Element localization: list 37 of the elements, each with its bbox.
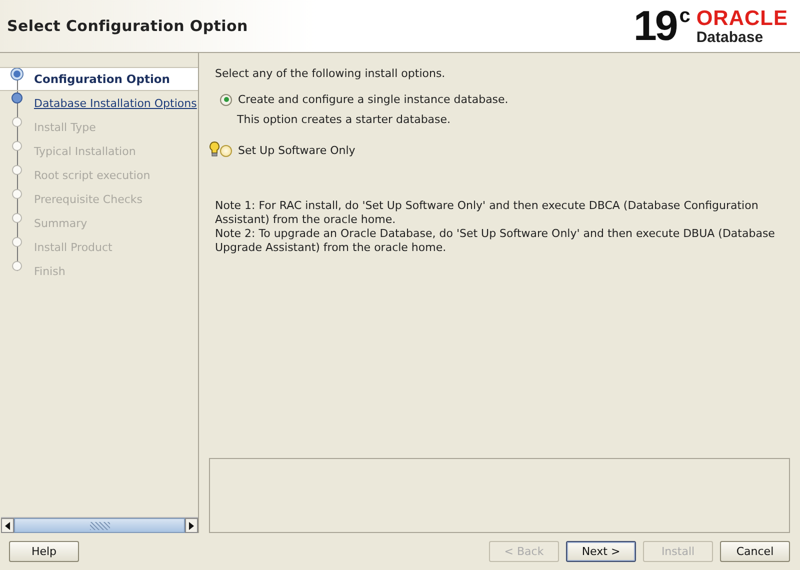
brand-logo: ORACLE: [696, 8, 788, 30]
scroll-right-icon[interactable]: [189, 522, 194, 530]
option-label[interactable]: Set Up Software Only: [238, 144, 356, 157]
step-pending-icon: [10, 211, 24, 225]
option-description: This option creates a starter database.: [237, 113, 452, 126]
note-text: Note 1: For RAC install, do 'Set Up Software Only' and then execute DBCA (Database Configuration Assistant) from the oracle home.: [215, 199, 760, 227]
step-label: Install Product: [34, 240, 112, 254]
step-pending-icon: [10, 187, 24, 201]
dialog-button[interactable]: Cancel: [720, 540, 790, 562]
instruction-text: Select any of the following install options.: [215, 67, 446, 80]
radio-button[interactable]: [220, 94, 232, 106]
dialog-button[interactable]: Next >: [566, 540, 636, 562]
step-current-icon: [10, 68, 24, 81]
step-label: Typical Installation: [34, 144, 136, 158]
window-title: Select Configuration Option: [7, 17, 248, 35]
step-link[interactable]: Database Installation Options: [34, 96, 197, 110]
step-label: Finish: [34, 264, 66, 278]
step-item[interactable]: Configuration Option: [0, 67, 198, 91]
step-pending-icon: [10, 115, 24, 129]
step-label: Install Type: [34, 120, 96, 134]
step-label: Root script execution: [34, 168, 150, 182]
lightbulb-icon: [209, 140, 220, 156]
step-done-icon: [10, 91, 24, 105]
product-name: Database: [696, 30, 764, 46]
step-pending-icon: [10, 139, 24, 153]
scroll-left-icon[interactable]: [5, 522, 10, 530]
step-pending-icon: [10, 235, 24, 249]
note-text: Note 2: To upgrade an Oracle Database, do 'Set Up Software Only' and then execute DBUA (Database Upgrade Assistant) from the oracle home.: [215, 227, 775, 255]
horizontal-scrollbar[interactable]: [1, 517, 198, 533]
radio-button[interactable]: [220, 144, 232, 156]
step-label: Summary: [34, 216, 88, 230]
step-pending-icon: [10, 259, 24, 273]
step-pending-icon: [10, 163, 24, 177]
option-label[interactable]: Create and configure a single instance database.: [238, 93, 508, 106]
dialog-button[interactable]: Help: [9, 540, 79, 562]
step-label: Prerequisite Checks: [34, 192, 142, 206]
version-logo: 19$^{c}$: [633, 6, 690, 46]
